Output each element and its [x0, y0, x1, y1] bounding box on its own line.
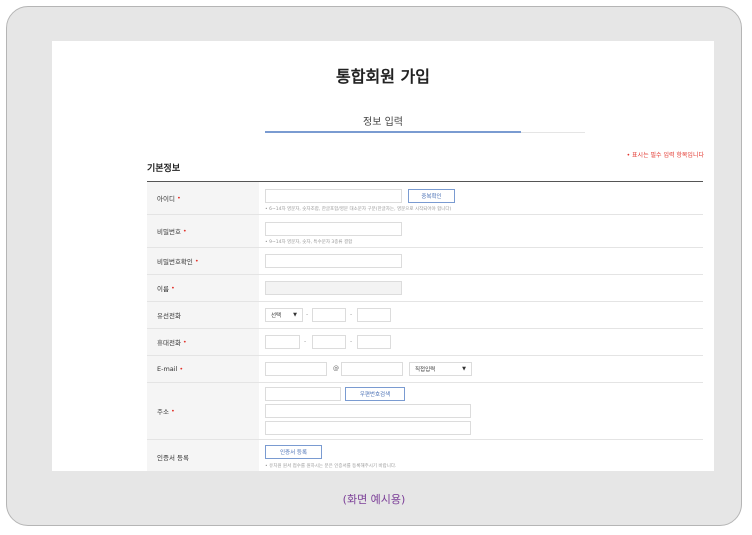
row-password: 비밀번호 • • 9~14자 영문자, 숫자, 특수문자 3종류 결합 — [147, 215, 703, 248]
mobile-dash: - — [304, 338, 307, 345]
zipcode-search-button[interactable]: 우편번호검색 — [345, 387, 405, 401]
address-label: 주소 • — [147, 383, 259, 439]
required-mark: • — [170, 407, 175, 415]
password-hint: • 9~14자 영문자, 숫자, 특수문자 3종류 결합 — [265, 240, 353, 245]
address-detail-input[interactable] — [265, 421, 471, 435]
required-mark: • — [176, 194, 181, 202]
password-confirm-input[interactable] — [265, 254, 402, 268]
signup-form-table: 아이디 • 중복확인 • 6~14자 영문자, 숫자조합, 한글포함/영문 대소문… — [147, 181, 703, 471]
name-label: 이름 • — [147, 275, 259, 301]
password-input[interactable] — [265, 222, 402, 236]
mobile-last-input[interactable] — [357, 335, 391, 349]
step-label: 정보 입력 — [363, 117, 403, 128]
email-domain-input[interactable] — [341, 362, 403, 376]
zipcode-input[interactable] — [265, 387, 341, 401]
window-frame: 통합회원 가입 정보 입력 • 표시는 필수 입력 항목입니다 기본정보 아이디… — [6, 6, 742, 526]
email-id-input[interactable] — [265, 362, 327, 376]
at-sign: @ — [333, 365, 339, 372]
row-password-confirm: 비밀번호확인 • — [147, 248, 703, 275]
password-label: 비밀번호 • — [147, 215, 259, 247]
required-note: • 표시는 필수 입력 항목입니다 — [626, 152, 704, 159]
mobile-first-input[interactable] — [265, 335, 300, 349]
row-mobile: 휴대전화 • - - — [147, 329, 703, 356]
mobile-middle-input[interactable] — [312, 335, 346, 349]
required-mark: • — [182, 338, 187, 346]
row-email: E-mail • @ 직접입력 ▼ — [147, 356, 703, 383]
row-phone: 유선전화 선택 ▼ - - — [147, 302, 703, 329]
phone-dash: - — [350, 311, 353, 318]
mobile-dash: - — [350, 338, 353, 345]
required-mark: • — [170, 284, 175, 292]
userid-hint: • 6~14자 영문자, 숫자조합, 한글포함/영문 대소문자 구분(한글자는,… — [265, 207, 452, 212]
signup-page: 통합회원 가입 정보 입력 • 표시는 필수 입력 항목입니다 기본정보 아이디… — [52, 41, 714, 471]
email-domain-select[interactable]: 직접입력 ▼ — [409, 362, 472, 376]
name-input[interactable] — [265, 281, 402, 295]
step-progress-fill — [265, 131, 521, 133]
caret-down-icon: ▼ — [462, 366, 466, 372]
certificate-label: 인증서 등록 — [147, 440, 259, 471]
row-name: 이름 • — [147, 275, 703, 302]
row-certificate: 인증서 등록 인증서 등록 • 유치원 원서 접수를 원하시는 분은 인증서를 … — [147, 440, 703, 471]
step-progress-bar — [265, 131, 585, 133]
duplicate-check-button[interactable]: 중복확인 — [408, 189, 455, 203]
phone-middle-input[interactable] — [312, 308, 346, 322]
phone-label: 유선전화 — [147, 302, 259, 328]
required-mark: • — [194, 257, 199, 265]
address-input[interactable] — [265, 404, 471, 418]
row-address: 주소 • 우편번호검색 — [147, 383, 703, 440]
email-label: E-mail • — [147, 356, 259, 382]
phone-last-input[interactable] — [357, 308, 391, 322]
userid-input[interactable] — [265, 189, 402, 203]
userid-label: 아이디 • — [147, 182, 259, 214]
password-confirm-label: 비밀번호확인 • — [147, 248, 259, 274]
required-mark: • — [182, 227, 187, 235]
phone-area-select[interactable]: 선택 ▼ — [265, 308, 303, 322]
phone-dash: - — [306, 311, 309, 318]
page-title: 통합회원 가입 — [336, 67, 430, 86]
required-mark: • — [179, 365, 184, 373]
section-title: 기본정보 — [147, 164, 181, 174]
row-userid: 아이디 • 중복확인 • 6~14자 영문자, 숫자조합, 한글포함/영문 대소문… — [147, 182, 703, 215]
certificate-hint: • 유치원 원서 접수를 원하시는 분은 인증서를 등록해주시기 바랍니다. — [265, 464, 397, 469]
caret-down-icon: ▼ — [293, 312, 297, 318]
screen-caption: (화면 예시용) — [342, 493, 406, 506]
certificate-register-button[interactable]: 인증서 등록 — [265, 445, 322, 459]
mobile-label: 휴대전화 • — [147, 329, 259, 355]
